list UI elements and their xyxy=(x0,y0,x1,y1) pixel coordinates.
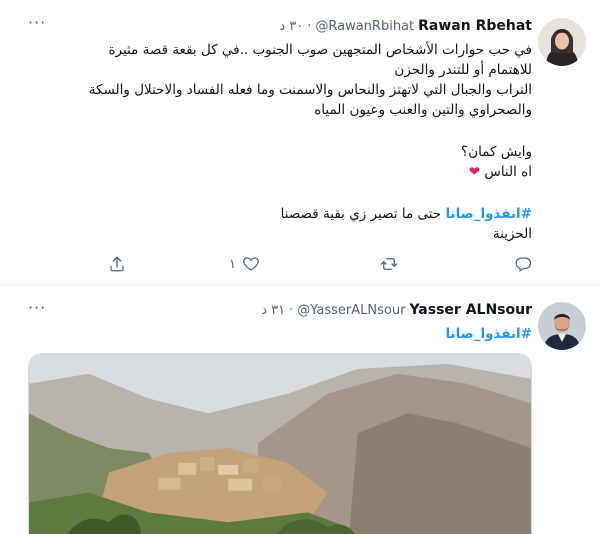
share-button[interactable] xyxy=(108,255,126,273)
tweet-line: للاهتمام أو للتندر والحزن xyxy=(394,62,532,78)
hashtag-link[interactable]: #انقذوا_ضانا xyxy=(445,206,532,222)
tweet-line: الحزينة xyxy=(492,226,532,242)
share-icon xyxy=(110,256,124,272)
handle[interactable]: @RawanRbihat xyxy=(315,19,414,34)
separator-dot: · xyxy=(289,303,294,318)
retweet-button[interactable] xyxy=(380,255,398,273)
tweet-text: #انقذوا_ضانا xyxy=(30,324,532,344)
like-button[interactable]: ١ xyxy=(229,255,260,273)
more-icon[interactable]: ··· xyxy=(28,15,46,31)
tweet-image[interactable] xyxy=(28,353,532,534)
like-count: ١ xyxy=(229,256,236,272)
avatar[interactable] xyxy=(538,18,586,66)
timestamp[interactable]: ٣٠ د xyxy=(279,19,303,34)
tweet-line: اه الناس ❤ xyxy=(468,164,532,180)
tweet[interactable]: Rawan Rbehat @RawanRbihat · ٣٠ د ··· في … xyxy=(0,0,600,285)
hashtag-link[interactable]: #انقذوا_ضانا xyxy=(30,324,532,344)
timestamp[interactable]: ٣١ د xyxy=(261,303,285,318)
tweet-line: والصحراوي والتين والعنب وعيون المياه xyxy=(314,102,532,118)
handle[interactable]: @YasserALNsour xyxy=(297,303,405,318)
retweet-icon xyxy=(380,258,398,270)
separator-dot: · xyxy=(307,19,312,34)
heart-emoji-icon: ❤ xyxy=(468,164,481,180)
tweet-line: في حب حوارات الأشخاص المتجهين صوب الجنوب… xyxy=(108,42,532,58)
tweet[interactable]: Yasser ALNsour @YasserALNsour · ٣١ د ···… xyxy=(0,285,600,534)
reply-icon xyxy=(515,257,532,272)
like-icon xyxy=(243,257,259,271)
tweet-line: وايش كمان؟ xyxy=(461,144,532,160)
tweet-header: Rawan Rbehat @RawanRbihat · ٣٠ د xyxy=(279,18,532,34)
reply-button[interactable] xyxy=(514,255,532,273)
tweet-actions: ١ xyxy=(0,255,600,275)
tweet-text: في حب حوارات الأشخاص المتجهين صوب الجنوب… xyxy=(30,40,532,244)
avatar[interactable] xyxy=(538,302,586,350)
tweet-line: #انقذوا_ضانا حتى ما تصير زي بقية قصصنا xyxy=(280,206,532,222)
tweet-header: Yasser ALNsour @YasserALNsour · ٣١ د xyxy=(261,302,532,318)
display-name[interactable]: Rawan Rbehat xyxy=(418,18,532,34)
more-icon[interactable]: ··· xyxy=(28,300,46,316)
tweet-line: التراب والجبال التي لاتهتز والنحاس والاس… xyxy=(88,82,532,98)
display-name[interactable]: Yasser ALNsour xyxy=(409,302,532,318)
